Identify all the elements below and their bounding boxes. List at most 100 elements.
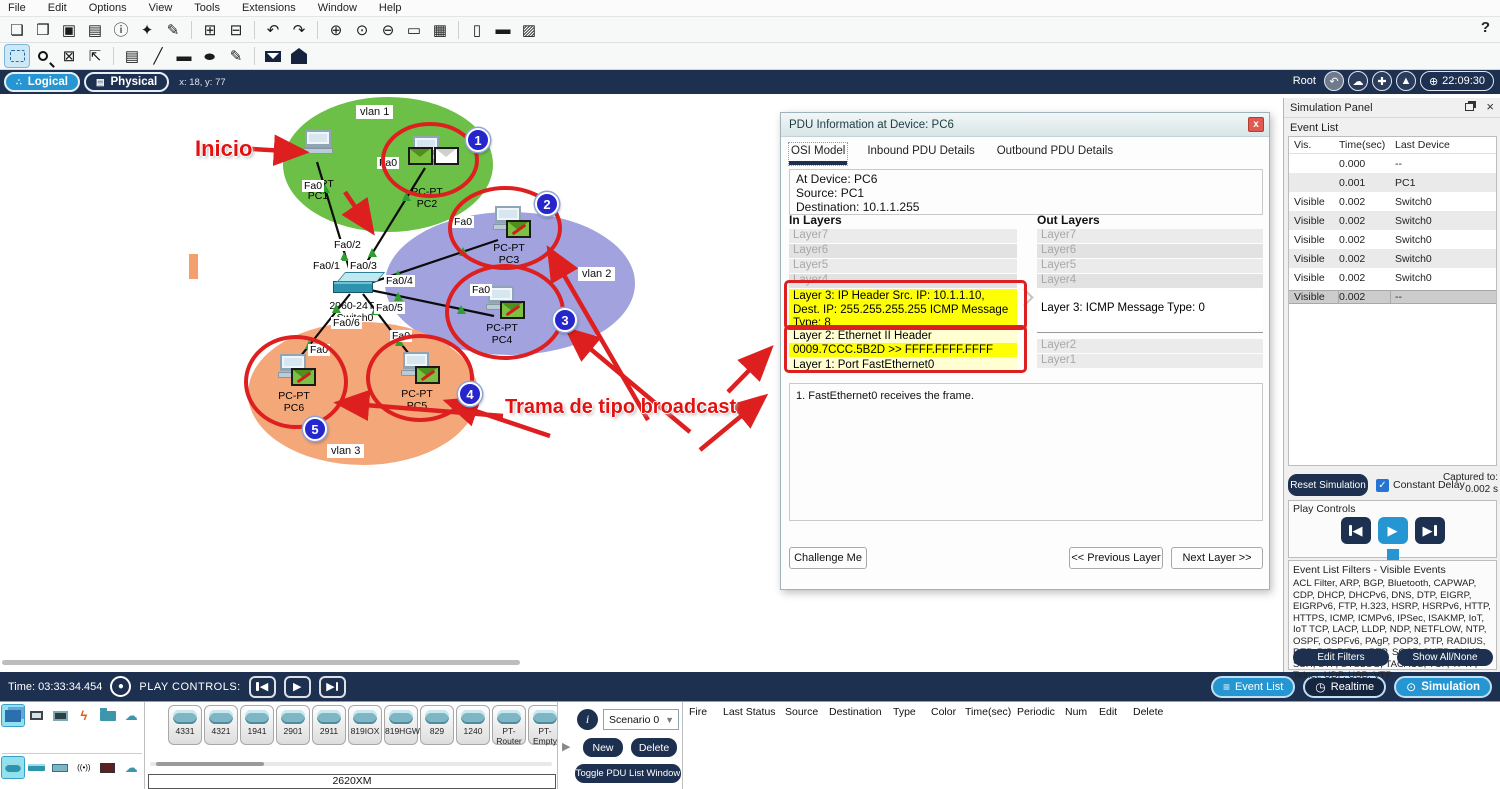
draw-freeform-icon[interactable]: ✎	[224, 45, 248, 67]
device-model-4331[interactable]: 4331	[168, 705, 202, 745]
copy-icon[interactable]: ⊞	[198, 19, 222, 41]
challenge-me-button[interactable]: Challenge Me	[789, 547, 867, 569]
edit-filters-button[interactable]: Edit Filters	[1293, 649, 1389, 666]
save-icon[interactable]: ▣	[57, 19, 81, 41]
category-end-devices[interactable]	[26, 705, 48, 726]
back-icon[interactable]: ↶	[1324, 71, 1344, 91]
port-label[interactable]: Fa0	[390, 330, 412, 342]
draw-ellipse-icon[interactable]: ●	[198, 45, 222, 67]
expand-arrow-icon[interactable]: ▶	[562, 740, 570, 753]
scenario-info-button[interactable]: i	[577, 709, 598, 730]
next-layer-button[interactable]: Next Layer >>	[1171, 547, 1263, 569]
image-icon[interactable]: ▨	[517, 19, 541, 41]
canvas-horizontal-scrollbar[interactable]	[2, 660, 520, 665]
category-components[interactable]	[49, 705, 71, 726]
type-wan-emulation[interactable]: ☁	[120, 757, 142, 778]
type-security[interactable]	[97, 757, 119, 778]
port-label[interactable]: Fa0/6	[331, 317, 362, 329]
tab-inbound-pdu[interactable]: Inbound PDU Details	[865, 143, 976, 165]
zoom-reset-icon[interactable]: ⊙	[350, 19, 374, 41]
port-label[interactable]: Fa0/5	[374, 302, 405, 314]
tab-logical[interactable]: ∴ Logical	[4, 72, 80, 92]
device-model-2901[interactable]: 2901	[276, 705, 310, 745]
scenario-dropdown[interactable]: Scenario 0 ▼	[603, 709, 679, 730]
broadcast-annotation[interactable]: Trama de tipo broadcast	[505, 396, 736, 419]
tab-outbound-pdu[interactable]: Outbound PDU Details	[995, 143, 1115, 165]
previous-layer-button[interactable]: << Previous Layer	[1069, 547, 1163, 569]
device-model-1240[interactable]: 1240	[456, 705, 490, 745]
activity-wizard-icon[interactable]: ✦	[135, 19, 159, 41]
open-file-icon[interactable]: ❒	[31, 19, 55, 41]
device-shelf-icon[interactable]: ▬	[491, 19, 515, 41]
event-list-row[interactable]: Visible0.002Switch0	[1289, 192, 1496, 211]
close-icon[interactable]: x	[1248, 117, 1264, 132]
menu-item-tools[interactable]: Tools	[194, 2, 220, 14]
legend-icon[interactable]: ▦	[428, 19, 452, 41]
reset-simulation-button[interactable]: Reset Simulation	[1288, 474, 1368, 496]
device-model-pt-router[interactable]: PT-Router	[492, 705, 526, 745]
event-list-row[interactable]: Visible0.002Switch0	[1289, 268, 1496, 287]
select-tool-icon[interactable]	[5, 45, 29, 67]
environment-clock[interactable]: ⊕ 22:09:30	[1420, 71, 1494, 91]
redo-icon[interactable]: ↷	[287, 19, 311, 41]
tab-osi-model[interactable]: OSI Model	[789, 143, 847, 165]
toggle-pdu-list-button[interactable]: Toggle PDU List Window	[575, 764, 681, 783]
menu-item-options[interactable]: Options	[89, 2, 127, 14]
step-back-button[interactable]: ◀	[249, 676, 276, 698]
float-panel-icon[interactable]	[1465, 103, 1474, 111]
event-list-toggle[interactable]: ≡ Event List	[1211, 676, 1295, 698]
pdu-envelope-failed-icon[interactable]	[415, 366, 440, 384]
type-switches[interactable]	[26, 757, 48, 778]
inicio-annotation[interactable]: Inicio	[195, 136, 252, 162]
menu-item-view[interactable]: View	[149, 2, 173, 14]
type-routers[interactable]	[2, 757, 24, 778]
paste-icon[interactable]: ⊟	[224, 19, 248, 41]
pdu-envelope-failed-icon[interactable]	[506, 220, 531, 238]
draw-rectangle-icon[interactable]: ▬	[172, 45, 196, 67]
port-label[interactable]: Fa0/3	[348, 260, 379, 272]
menu-item-file[interactable]: File	[8, 2, 26, 14]
step-back-button[interactable]: ◀	[1341, 517, 1371, 544]
dialog-titlebar[interactable]: PDU Information at Device: PC6 x	[781, 113, 1269, 137]
set-background-icon[interactable]: ▲	[1396, 71, 1416, 91]
custom-devices-icon[interactable]: ▯	[465, 19, 489, 41]
event-list-row[interactable]: Visible0.002Switch0	[1289, 230, 1496, 249]
add-complex-pdu-icon[interactable]	[287, 45, 311, 67]
device-switch0[interactable]	[333, 272, 381, 293]
move-object-icon[interactable]: ✚	[1372, 71, 1392, 91]
tab-physical[interactable]: ▤ Physical	[84, 72, 169, 92]
pdu-envelope-failed-icon[interactable]	[291, 368, 316, 386]
event-list-row[interactable]: Visible0.002--	[1289, 287, 1496, 306]
resize-tool-icon[interactable]: ⇱	[83, 45, 107, 67]
play-button[interactable]: ▶	[1378, 517, 1408, 544]
place-note-icon[interactable]: ▤	[120, 45, 144, 67]
undo-icon[interactable]: ↶	[261, 19, 285, 41]
add-simple-pdu-icon[interactable]	[261, 45, 285, 67]
device-model-819hgw[interactable]: 819HGW	[384, 705, 418, 745]
port-label[interactable]: Fa0/1	[311, 260, 342, 272]
device-pc1[interactable]	[300, 130, 336, 156]
show-all-none-button[interactable]: Show All/None	[1397, 649, 1493, 666]
info-icon[interactable]: ⓘ	[109, 19, 133, 41]
port-label[interactable]: Fa0/4	[384, 275, 415, 287]
port-label[interactable]: Fa0	[377, 157, 399, 169]
close-panel-icon[interactable]: ×	[1486, 99, 1494, 114]
step-forward-button[interactable]: ▶	[319, 676, 346, 698]
category-wan-emulation[interactable]: ☁	[120, 705, 142, 726]
help-icon[interactable]: ?	[1481, 19, 1490, 36]
pdu-envelope-icon[interactable]	[434, 147, 459, 165]
model-scrollbar-thumb[interactable]	[156, 762, 264, 766]
device-model-4321[interactable]: 4321	[204, 705, 238, 745]
event-list-row[interactable]: Visible0.002Switch0	[1289, 249, 1496, 268]
pdu-envelope-failed-icon[interactable]	[500, 301, 525, 319]
delete-tool-icon[interactable]: ⊠	[57, 45, 81, 67]
pdu-envelope-icon[interactable]	[408, 147, 433, 165]
constant-delay-checkbox[interactable]: ✓	[1376, 479, 1389, 492]
draw-line-icon[interactable]: ╱	[146, 45, 170, 67]
device-model-819iox[interactable]: 819IOX	[348, 705, 382, 745]
event-list-row[interactable]: 0.000--	[1289, 154, 1496, 173]
menu-item-edit[interactable]: Edit	[48, 2, 67, 14]
new-scenario-button[interactable]: New	[583, 738, 623, 757]
type-wireless-devices[interactable]: ((•))	[73, 757, 95, 778]
port-label[interactable]: Fa0	[308, 344, 330, 356]
